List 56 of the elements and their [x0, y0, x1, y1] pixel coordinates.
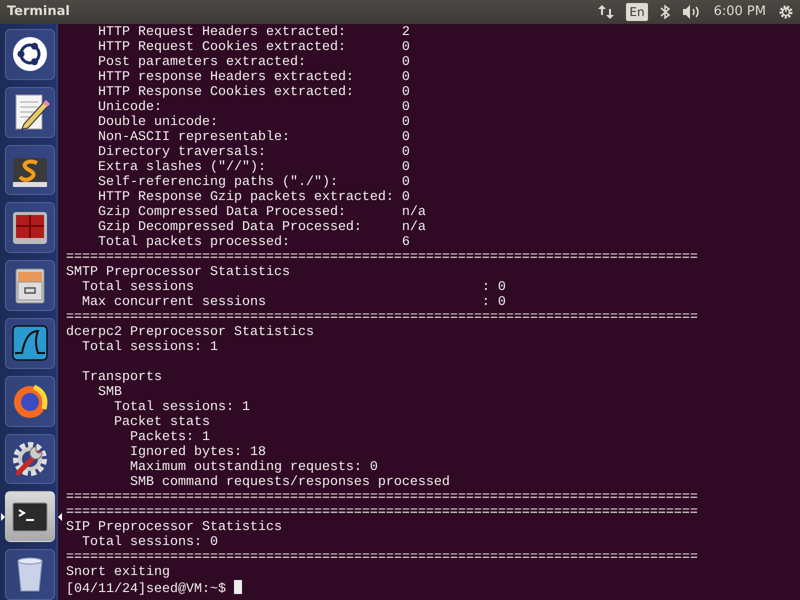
terminal-line: Total sessions: 0 — [80, 535, 218, 550]
power-gear-icon[interactable] — [778, 4, 794, 20]
terminal-line: SIP Preprocessor Statistics — [66, 520, 282, 535]
terminal-line: HTTP Response Gzip packets extracted: 0 — [96, 190, 410, 205]
bluetooth-icon[interactable] — [660, 4, 670, 20]
keyboard-layout-indicator[interactable]: En — [626, 3, 648, 21]
terminal-line: Gzip Compressed Data Processed: n/a — [96, 205, 426, 220]
terminal-line: Self-referencing paths ("./"): 0 — [96, 175, 410, 190]
terminal-line: Total sessions : 0 — [80, 280, 506, 295]
trash-button[interactable] — [5, 549, 55, 600]
terminal-line: Total packets processed: 6 — [96, 235, 410, 250]
terminal-line: Gzip Decompressed Data Processed: n/a — [96, 220, 426, 235]
settings-button[interactable] — [5, 434, 55, 484]
terminal-line: =============================================================================== — [66, 490, 698, 505]
terminal-line: Total sessions: 1 — [112, 400, 250, 415]
terminal-grid-button[interactable] — [5, 202, 55, 254]
terminal-line: HTTP Request Cookies extracted: 0 — [96, 40, 410, 55]
firefox-button[interactable] — [5, 376, 55, 427]
active-indicator-icon — [58, 513, 62, 522]
terminal-line: Packets: 1 — [128, 430, 210, 445]
terminal-line: Extra slashes ("//"): 0 — [96, 160, 410, 175]
terminal-line: Maximum outstanding requests: 0 — [128, 460, 378, 475]
terminal-line: HTTP Request Headers extracted: 2 — [96, 25, 410, 40]
active-indicator-icon — [1, 513, 5, 522]
terminal-line: Directory traversals: 0 — [96, 145, 410, 160]
files-button[interactable] — [5, 260, 55, 311]
terminal-line: =============================================================================== — [66, 505, 698, 520]
terminal-line: Double unicode: 0 — [96, 115, 410, 130]
terminal-line: HTTP response Headers extracted: 0 — [96, 70, 410, 85]
terminal-line: SMTP Preprocessor Statistics — [66, 265, 290, 280]
fin-icon — [10, 323, 50, 364]
terminal-line: Snort exiting — [66, 565, 170, 580]
sublime-button[interactable] — [5, 144, 55, 196]
terminal-line: Transports — [80, 370, 162, 385]
terminal-line: Total sessions: 1 — [80, 340, 218, 355]
window-title: Terminal — [6, 3, 70, 22]
terminal-line: Post parameters extracted: 0 — [96, 55, 410, 70]
terminal-line: Ignored bytes: 18 — [128, 445, 266, 460]
terminal-line: dcerpc2 Preprocessor Statistics — [66, 325, 314, 340]
terminal-line: Packet stats — [112, 415, 210, 430]
network-arrows-icon[interactable] — [598, 4, 614, 20]
terminal-line: SMB command requests/responses processed — [128, 475, 450, 490]
clock[interactable]: 6:00 PM — [714, 2, 766, 22]
terminal-line: HTTP Response Cookies extracted: 0 — [96, 85, 410, 100]
wireshark-button[interactable] — [5, 318, 55, 369]
terminal-line: Unicode: 0 — [96, 100, 410, 115]
terminal-line: SMB — [96, 385, 122, 400]
dash-button[interactable] — [5, 29, 55, 80]
terminal-line: Max concurrent sessions : 0 — [80, 295, 506, 310]
text-editor-button[interactable] — [5, 86, 55, 138]
terminal-line: =============================================================================== — [66, 550, 698, 565]
shell-prompt: [04/11/24]seed@VM:~$ — [66, 582, 227, 597]
terminal-line: Non-ASCII representable: 0 — [96, 130, 410, 145]
terminal-line: =============================================================================== — [66, 250, 698, 265]
terminal-line: =============================================================================== — [66, 310, 698, 325]
text-cursor — [234, 580, 242, 594]
